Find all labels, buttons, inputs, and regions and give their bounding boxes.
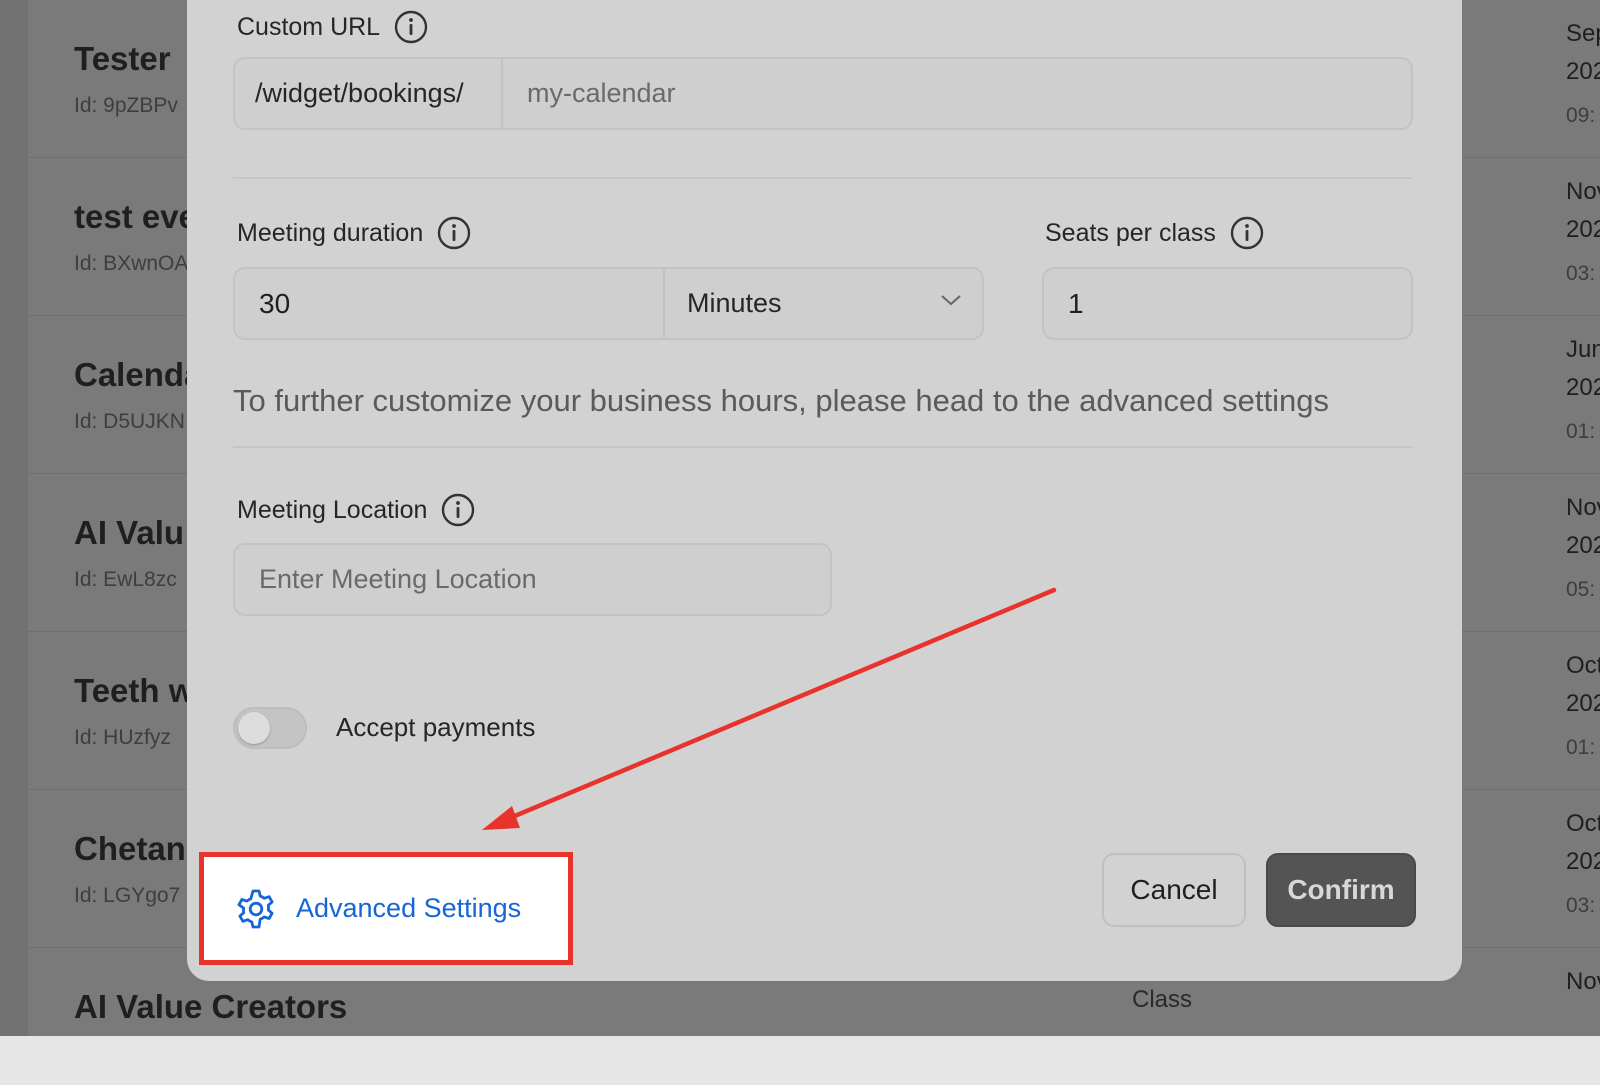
list-item-title: AI Valu — [74, 514, 185, 551]
info-icon[interactable] — [437, 216, 471, 250]
info-icon[interactable] — [394, 10, 428, 44]
list-item-date-month: Oct — [1566, 810, 1600, 837]
list-item-date-month: Oct — [1566, 652, 1600, 679]
list-item-time: 03: — [1566, 262, 1596, 285]
list-item-time: 09: — [1566, 104, 1596, 127]
list-item-time: 03: — [1566, 894, 1596, 917]
list-item-time: 01: — [1566, 736, 1596, 759]
advanced-settings-label: Advanced Settings — [296, 893, 522, 923]
list-item-title: Tester — [74, 40, 171, 77]
list-item-time: 01: — [1566, 420, 1596, 443]
list-item-title: Chetan — [74, 830, 186, 867]
list-item-date-year: 202 — [1566, 216, 1600, 243]
list-item-id: Id: HUzfyz — [74, 726, 171, 749]
list-item-id: Id: EwL8zc — [74, 568, 177, 591]
list-item-title: Teeth w — [74, 672, 195, 709]
accept-payments-toggle[interactable] — [233, 707, 307, 749]
sidebar-edge — [0, 0, 28, 1036]
seats-per-class-label-row: Seats per class — [1045, 216, 1264, 250]
toggle-knob — [238, 712, 270, 744]
list-item-date-month: Jun — [1566, 336, 1600, 363]
duration-unit-select[interactable]: Minutes — [663, 269, 984, 338]
divider — [233, 177, 1413, 179]
meeting-location-label: Meeting Location — [237, 495, 428, 524]
meeting-location-field[interactable]: Enter Meeting Location — [233, 543, 832, 616]
list-item-date-year: 202 — [1566, 58, 1600, 85]
list-item-date-year: 202 — [1566, 374, 1600, 401]
list-item-id: Id: BXwnOA — [74, 252, 189, 275]
list-item-date-year: 202 — [1566, 690, 1600, 717]
list-item-id: Id: 9pZBPv — [74, 94, 178, 117]
meeting-duration-label-row: Meeting duration — [237, 216, 471, 250]
chevron-down-icon — [941, 295, 961, 306]
meeting-duration-input[interactable]: 30 — [259, 269, 290, 338]
meeting-duration-label: Meeting duration — [237, 218, 424, 247]
list-item-title: test eve — [74, 198, 197, 235]
meeting-duration-field[interactable]: 30 Minutes — [233, 267, 984, 340]
seats-per-class-label: Seats per class — [1045, 218, 1216, 247]
advanced-settings-button[interactable]: Advanced Settings — [199, 852, 573, 965]
accept-payments-label: Accept payments — [336, 712, 536, 742]
list-item-date-year: 202 — [1566, 532, 1600, 559]
event-settings-modal: Custom URL /widget/bookings/ my-calendar… — [187, 0, 1462, 981]
custom-url-label-row: Custom URL — [237, 10, 428, 44]
list-item-title: AI Value Creators — [74, 988, 348, 1025]
business-hours-help-text: To further customize your business hours… — [233, 383, 1329, 418]
list-item-time: 05: — [1566, 578, 1596, 601]
duration-unit-value: Minutes — [687, 288, 782, 318]
list-item-date-month: Nov — [1566, 968, 1600, 995]
list-item-id: Id: D5UJKN — [74, 410, 185, 433]
seats-per-class-field[interactable]: 1 — [1042, 267, 1413, 340]
seats-per-class-input[interactable]: 1 — [1068, 269, 1084, 338]
list-item-date-month: Nov — [1566, 178, 1600, 205]
custom-url-input[interactable]: my-calendar — [527, 59, 676, 128]
info-icon[interactable] — [441, 493, 475, 527]
custom-url-label: Custom URL — [237, 12, 381, 41]
confirm-button[interactable]: Confirm — [1266, 853, 1416, 927]
bottom-bar — [0, 1036, 1600, 1085]
list-item-type: Class — [1132, 986, 1193, 1013]
custom-url-field[interactable]: /widget/bookings/ my-calendar — [233, 57, 1413, 130]
list-item-date-month: Sep — [1566, 20, 1600, 47]
list-item-title: Calenda — [74, 356, 203, 393]
info-icon[interactable] — [1230, 216, 1264, 250]
cancel-button[interactable]: Cancel — [1102, 853, 1246, 927]
meeting-location-input[interactable]: Enter Meeting Location — [259, 545, 537, 614]
list-item-id: Id: LGYgo7 — [74, 884, 181, 907]
meeting-location-label-row: Meeting Location — [237, 493, 475, 527]
list-item-date-month: Nov — [1566, 494, 1600, 521]
custom-url-prefix: /widget/bookings/ — [235, 59, 503, 128]
gear-icon — [237, 889, 274, 928]
list-item-date-year: 202 — [1566, 848, 1600, 875]
divider — [233, 446, 1413, 448]
